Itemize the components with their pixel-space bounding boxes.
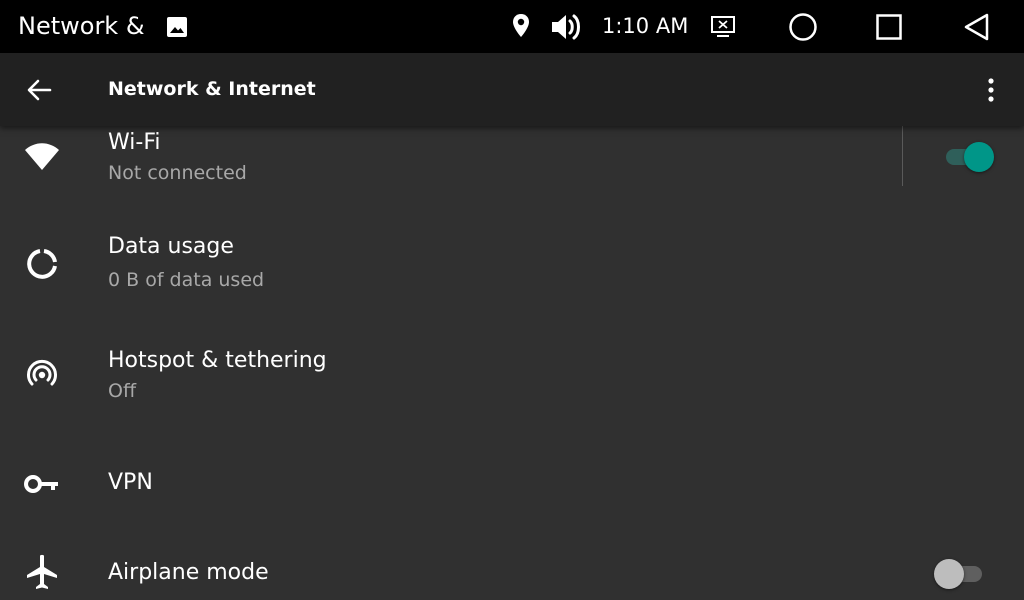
arrow-back-icon[interactable] — [24, 75, 54, 105]
status-bar-time: 1:10 AM — [602, 14, 689, 38]
home-circle-icon[interactable] — [786, 10, 820, 44]
setting-wifi[interactable]: Wi-Fi Not connected — [0, 126, 1024, 186]
airplane-mode-title: Airplane mode — [108, 560, 269, 585]
setting-airplane-mode[interactable]: Airplane mode — [0, 546, 1024, 600]
status-bar-app-title: Network & — [18, 12, 145, 40]
recents-square-icon[interactable] — [872, 10, 906, 44]
app-toolbar: Network & Internet — [0, 53, 1024, 126]
wifi-toggle-thumb — [964, 142, 994, 172]
vpn-key-icon — [24, 475, 58, 493]
status-bar: Network & 1:10 AM — [0, 0, 1024, 53]
image-icon — [167, 17, 187, 37]
data-usage-summary: 0 B of data used — [108, 269, 265, 291]
location-icon — [513, 14, 529, 37]
settings-list: Wi-Fi Not connected Data usage 0 B of da… — [0, 126, 1024, 600]
vpn-title: VPN — [108, 470, 153, 495]
wifi-divider — [902, 126, 903, 186]
volume-icon — [552, 14, 580, 40]
setting-hotspot[interactable]: Hotspot & tethering Off — [0, 336, 1024, 416]
hotspot-icon — [27, 360, 57, 386]
back-triangle-icon[interactable] — [960, 10, 994, 44]
hotspot-title: Hotspot & tethering — [108, 348, 327, 373]
wifi-title: Wi-Fi — [108, 130, 161, 155]
hotspot-summary: Off — [108, 380, 137, 402]
page-title: Network & Internet — [108, 78, 316, 100]
setting-data-usage[interactable]: Data usage 0 B of data used — [0, 226, 1024, 306]
screen-cast-icon[interactable] — [708, 12, 738, 40]
wifi-icon — [25, 143, 59, 170]
setting-vpn[interactable]: VPN — [0, 456, 1024, 512]
airplane-toggle-thumb — [934, 559, 964, 589]
wifi-toggle[interactable] — [944, 139, 996, 173]
airplane-icon — [27, 554, 57, 589]
airplane-mode-toggle[interactable] — [934, 556, 986, 590]
wifi-summary: Not connected — [108, 162, 247, 184]
more-vert-icon[interactable] — [976, 75, 1006, 105]
data-usage-icon — [27, 249, 57, 279]
data-usage-title: Data usage — [108, 234, 234, 259]
